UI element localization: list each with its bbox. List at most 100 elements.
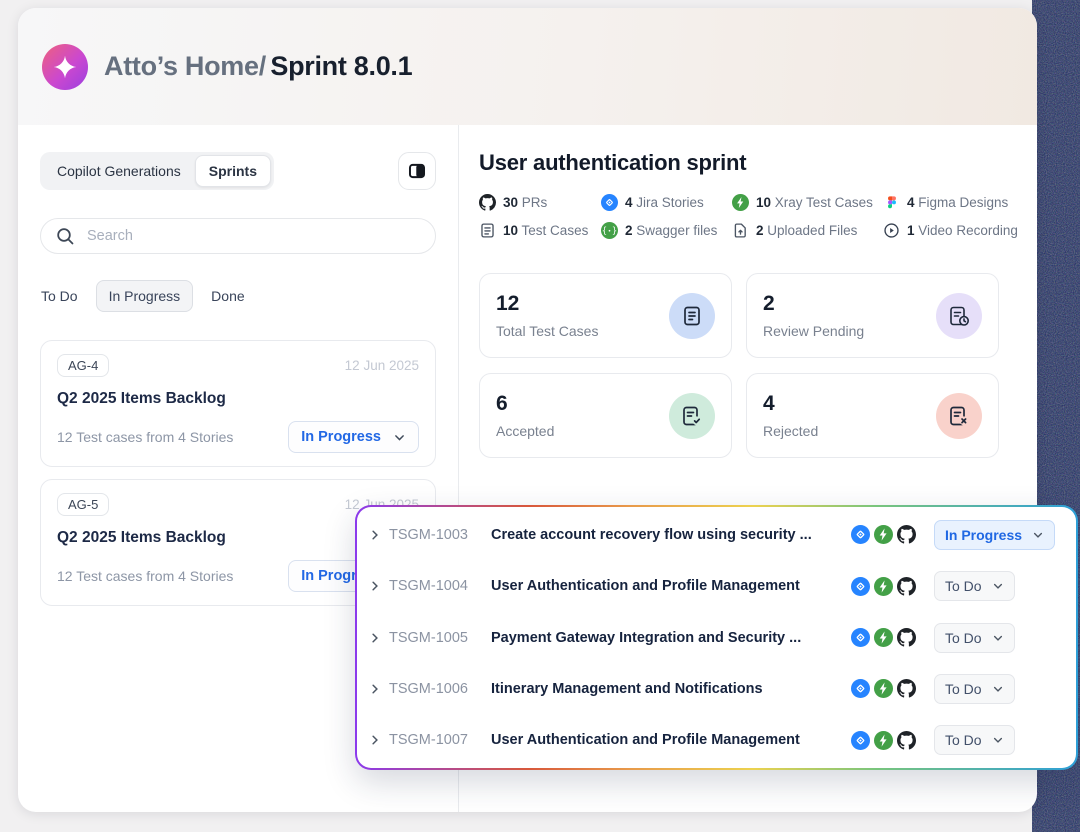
row-id: TSGM-1006: [389, 681, 491, 697]
row-status-label: To Do: [945, 681, 982, 697]
card-title: Q2 2025 Items Backlog: [57, 390, 419, 408]
row-expand-chevron-icon[interactable]: [369, 683, 389, 695]
filter-label: In Progress: [109, 288, 181, 304]
github-icon: [897, 577, 916, 596]
card-subtitle: 12 Test cases from 4 Stories: [57, 568, 233, 584]
jira-icon: [851, 525, 870, 544]
row-expand-chevron-icon[interactable]: [369, 632, 389, 644]
sparkle-icon: [52, 54, 78, 80]
test-case-row[interactable]: TSGM-1003 Create account recovery flow u…: [369, 509, 1062, 560]
stat-item: { } 2 Swagger files: [601, 222, 732, 239]
xray-icon: [874, 577, 893, 596]
sprint-card[interactable]: AG-4 12 Jun 2025 Q2 2025 Items Backlog 1…: [40, 340, 436, 467]
search-input[interactable]: [85, 227, 421, 245]
stat-item: 30 PRs: [479, 194, 601, 211]
row-source-icons: [851, 628, 916, 647]
row-source-icons: [851, 679, 916, 698]
filter-label: Done: [211, 288, 244, 304]
summary-cards: 12 Total Test Cases 2 Review Pending 6: [479, 273, 1037, 458]
test-case-row[interactable]: TSGM-1005 Payment Gateway Integration an…: [369, 612, 1062, 663]
card-status-dropdown[interactable]: In Progress: [288, 421, 419, 453]
test-case-row[interactable]: TSGM-1006 Itinerary Management and Notif…: [369, 663, 1062, 714]
jira-icon: [601, 194, 618, 211]
stat-label: Video Recording: [918, 223, 1018, 238]
test-case-row[interactable]: TSGM-1004 User Authentication and Profil…: [369, 560, 1062, 611]
jira-icon: [851, 577, 870, 596]
stat-label: Xray Test Cases: [775, 195, 873, 210]
svg-text:{ }: { }: [602, 227, 617, 237]
page-title: Sprint 8.0.1: [270, 51, 412, 81]
row-title: User Authentication and Profile Manageme…: [491, 732, 851, 748]
row-source-icons: [851, 577, 916, 596]
doc-icon: [669, 293, 715, 339]
chevron-down-icon: [992, 734, 1004, 746]
stat-item: 4 Jira Stories: [601, 194, 732, 211]
github-icon: [897, 525, 916, 544]
test-case-row[interactable]: TSGM-1007 User Authentication and Profil…: [369, 715, 1062, 766]
test-case-list: TSGM-1003 Create account recovery flow u…: [357, 507, 1076, 768]
sprint-stats: 30 PRs 4 Jira Stories 10 Xray Test Cases…: [479, 194, 1037, 239]
row-status-dropdown[interactable]: To Do: [934, 725, 1015, 755]
figma-icon: [883, 194, 900, 211]
row-status-dropdown[interactable]: To Do: [934, 623, 1015, 653]
row-status-label: To Do: [945, 578, 982, 594]
summary-value: 6: [496, 392, 554, 416]
search-icon: [55, 226, 75, 246]
jira-icon: [851, 679, 870, 698]
xray-icon: [874, 679, 893, 698]
row-expand-chevron-icon[interactable]: [369, 734, 389, 746]
row-id: TSGM-1007: [389, 732, 491, 748]
video-icon: [883, 222, 900, 239]
app-logo: [42, 44, 88, 90]
chevron-down-icon: [992, 683, 1004, 695]
row-source-icons: [851, 525, 916, 544]
jira-icon: [851, 628, 870, 647]
tab[interactable]: Copilot Generations: [43, 155, 195, 187]
breadcrumb-title: Atto’s Home/ Sprint 8.0.1: [104, 51, 412, 82]
doc-check-icon: [669, 393, 715, 439]
jira-icon: [851, 731, 870, 750]
xray-icon: [874, 731, 893, 750]
tab[interactable]: Sprints: [195, 155, 271, 187]
github-icon: [897, 679, 916, 698]
row-status-dropdown[interactable]: To Do: [934, 571, 1015, 601]
stat-count: 30: [503, 195, 518, 210]
filter-chip[interactable]: To Do: [40, 280, 79, 312]
stat-label: PRs: [522, 195, 548, 210]
test-case-overlay: TSGM-1003 Create account recovery flow u…: [355, 505, 1078, 770]
github-icon: [897, 628, 916, 647]
row-status-label: To Do: [945, 630, 982, 646]
summary-card: 6 Accepted: [479, 373, 732, 458]
row-status-dropdown[interactable]: In Progress: [934, 520, 1055, 550]
summary-label: Accepted: [496, 423, 554, 439]
xray-icon: [732, 194, 749, 211]
summary-value: 12: [496, 292, 598, 316]
github-icon: [897, 731, 916, 750]
breadcrumb[interactable]: Atto’s Home/: [104, 51, 266, 81]
row-title: Create account recovery flow using secur…: [491, 527, 851, 543]
stat-item: 1 Video Recording: [883, 222, 1037, 239]
doc-x-icon: [936, 393, 982, 439]
summary-card: 4 Rejected: [746, 373, 999, 458]
row-expand-chevron-icon[interactable]: [369, 529, 389, 541]
summary-value: 2: [763, 292, 864, 316]
row-status-dropdown[interactable]: To Do: [934, 674, 1015, 704]
github-icon: [479, 194, 496, 211]
stat-label: Test Cases: [522, 223, 589, 238]
chevron-down-icon: [1032, 529, 1044, 541]
chevron-down-icon: [992, 632, 1004, 644]
filter-chip[interactable]: Done: [210, 280, 245, 312]
filter-chip[interactable]: In Progress: [96, 280, 194, 312]
uploaded-file-icon: [732, 222, 749, 239]
stat-label: Uploaded Files: [767, 223, 857, 238]
card-date: 12 Jun 2025: [345, 358, 419, 373]
stat-label: Jira Stories: [636, 195, 704, 210]
search-box: [40, 218, 436, 254]
summary-value: 4: [763, 392, 818, 416]
card-status-label: In Progress: [301, 429, 381, 445]
row-expand-chevron-icon[interactable]: [369, 580, 389, 592]
panel-toggle-button[interactable]: [398, 152, 436, 190]
tab-label: Copilot Generations: [57, 163, 181, 179]
summary-label: Rejected: [763, 423, 818, 439]
chevron-down-icon: [393, 431, 406, 444]
